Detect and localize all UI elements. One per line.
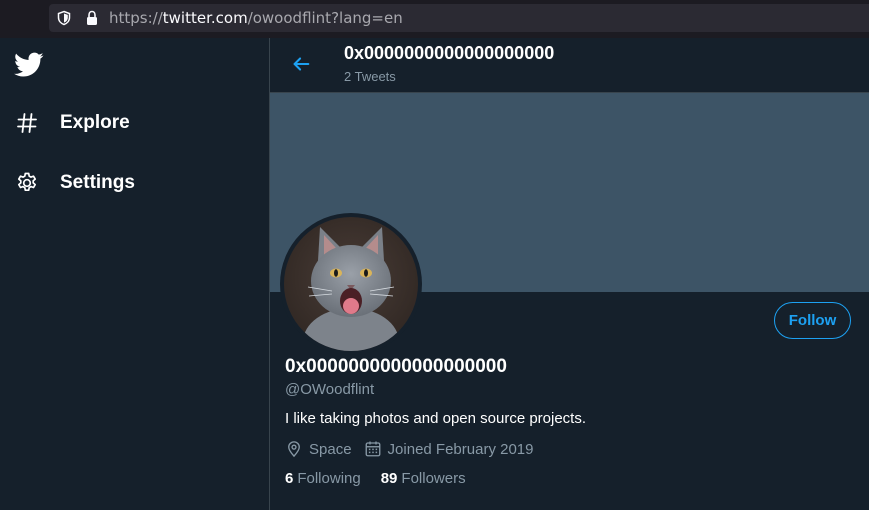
profile-main: 0x0000000000000000000 2 Tweets Follow 0x… xyxy=(270,38,869,510)
joined-text: Joined February 2019 xyxy=(387,440,534,458)
url-text: https://twitter.com/owoodflint?lang=en xyxy=(109,9,403,27)
follow-button[interactable]: Follow xyxy=(774,302,851,339)
hashtag-icon xyxy=(14,110,40,136)
followers-label: Followers xyxy=(401,470,466,487)
following-link[interactable]: 6 Following xyxy=(285,470,361,487)
calendar-icon xyxy=(365,441,380,457)
profile-meta: Space Joined February 2019 xyxy=(285,440,545,458)
header-display-name: 0x0000000000000000000 xyxy=(344,43,555,63)
sidebar-item-explore[interactable]: Explore xyxy=(14,108,130,138)
avatar[interactable] xyxy=(280,213,422,355)
location-pin-icon xyxy=(288,441,300,458)
profile-header: 0x0000000000000000000 2 Tweets xyxy=(270,38,869,93)
follow-stats: 6 Following 89 Followers xyxy=(285,470,486,487)
location: Space xyxy=(285,440,352,458)
back-button[interactable] xyxy=(288,53,314,79)
lock-icon[interactable] xyxy=(85,10,99,31)
sidebar: Explore Settings xyxy=(0,38,270,510)
profile-bio: I like taking photos and open source pro… xyxy=(285,410,587,427)
sidebar-item-label: Settings xyxy=(60,172,135,193)
shield-icon[interactable] xyxy=(56,10,72,31)
sidebar-item-label: Explore xyxy=(60,112,130,133)
avatar-image xyxy=(284,217,418,351)
arrow-left-icon xyxy=(290,53,312,80)
gear-icon xyxy=(14,170,40,196)
profile-display-name: 0x0000000000000000000 xyxy=(285,356,507,377)
followers-count: 89 xyxy=(380,470,398,487)
tweet-count: 2 Tweets xyxy=(344,69,396,84)
location-text: Space xyxy=(309,440,352,458)
twitter-bird-icon[interactable] xyxy=(14,52,44,83)
joined-date: Joined February 2019 xyxy=(364,440,534,458)
following-label: Following xyxy=(297,470,361,487)
followers-link[interactable]: 89 Followers xyxy=(381,470,466,487)
address-bar[interactable]: https://twitter.com/owoodflint?lang=en xyxy=(49,4,869,32)
following-count: 6 xyxy=(285,470,294,487)
browser-toolbar: https://twitter.com/owoodflint?lang=en xyxy=(0,0,869,38)
profile-handle: @OWoodflint xyxy=(285,381,375,398)
sidebar-item-settings[interactable]: Settings xyxy=(14,168,135,198)
